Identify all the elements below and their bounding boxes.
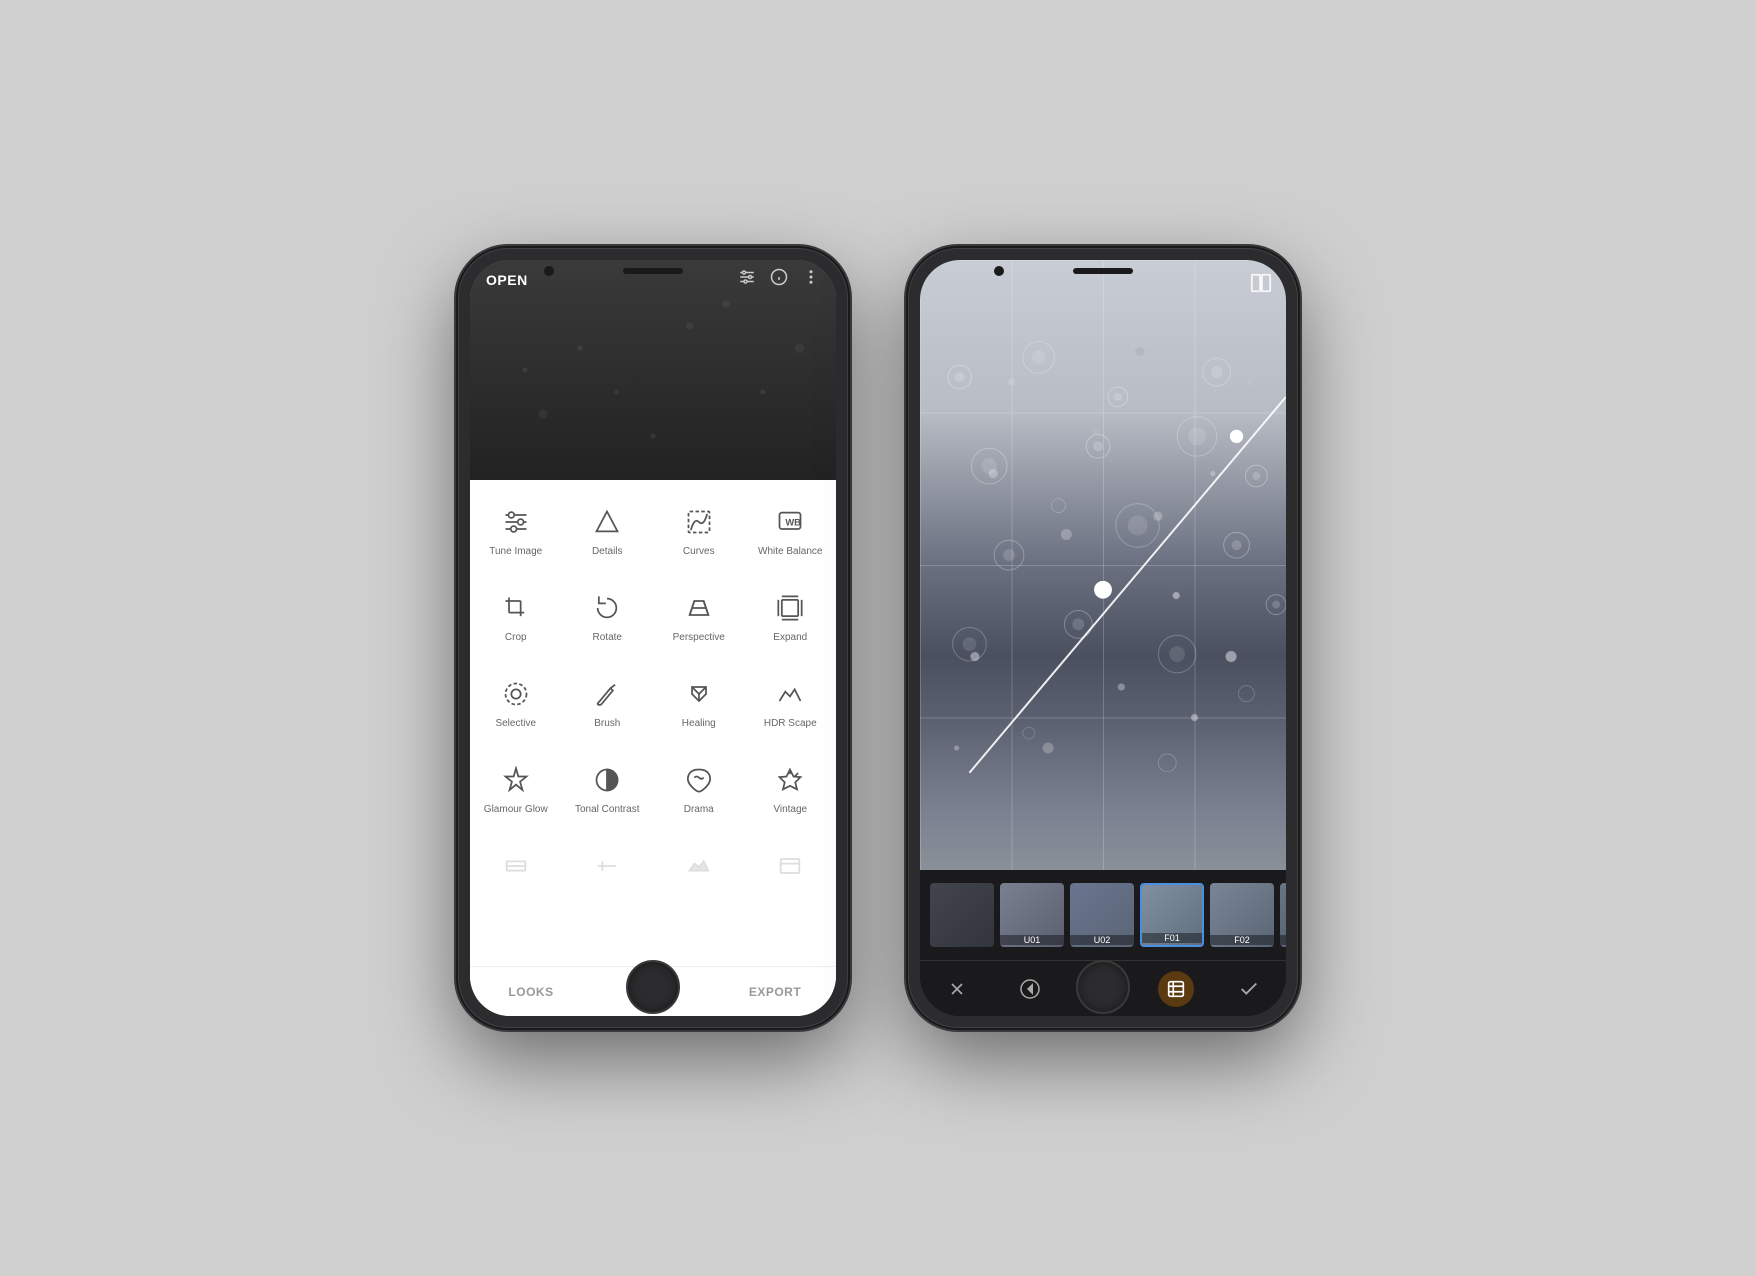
scene: OPEN xyxy=(458,248,1298,1028)
open-button[interactable]: OPEN xyxy=(486,272,528,288)
drama-icon xyxy=(681,762,717,798)
tools-row-3: Selective Brush xyxy=(470,662,836,744)
film-thumb-a01[interactable]: A01 xyxy=(1280,883,1286,947)
tool-crop[interactable]: Crop xyxy=(470,576,562,658)
curve-svg xyxy=(920,260,1286,870)
tool-rotate[interactable]: Rotate xyxy=(562,576,654,658)
tool-rotate-label: Rotate xyxy=(593,632,622,644)
tool-glamour-glow[interactable]: Glamour Glow xyxy=(470,748,562,830)
tool-misc-4[interactable] xyxy=(745,834,837,904)
tool-healing-label: Healing xyxy=(682,718,716,730)
more-icon[interactable] xyxy=(802,268,820,291)
hdr-scape-icon xyxy=(772,676,808,712)
tool-misc-2[interactable] xyxy=(562,834,654,904)
phone-2-content: U01 U02 F01 F02 xyxy=(920,260,1286,1016)
tool-selective[interactable]: Selective xyxy=(470,662,562,744)
tool-expand-label: Expand xyxy=(773,632,807,644)
tool-tune-image-label: Tune Image xyxy=(489,546,542,558)
film-strip: U01 U02 F01 F02 xyxy=(920,870,1286,960)
tune-icon[interactable] xyxy=(738,268,756,291)
svg-text:WB: WB xyxy=(786,518,802,528)
tool-crop-label: Crop xyxy=(505,632,527,644)
film-thumb-u01[interactable]: U01 xyxy=(1000,883,1064,947)
tool-glamour-glow-label: Glamour Glow xyxy=(484,804,548,816)
tool-vintage[interactable]: Vintage xyxy=(745,748,837,830)
cancel-button[interactable] xyxy=(939,971,975,1007)
film-thumb-u02[interactable]: U02 xyxy=(1070,883,1134,947)
brush-icon xyxy=(589,676,625,712)
details-icon xyxy=(589,504,625,540)
crop-icon xyxy=(498,590,534,626)
home-button-1[interactable] xyxy=(626,960,680,1014)
tonal-contrast-icon xyxy=(589,762,625,798)
tool-healing[interactable]: Healing xyxy=(653,662,745,744)
header-icons xyxy=(738,268,820,291)
misc-3-icon xyxy=(681,848,717,884)
tool-details-label: Details xyxy=(592,546,623,558)
misc-1-icon xyxy=(498,848,534,884)
tool-tonal-contrast-label: Tonal Contrast xyxy=(575,804,639,816)
phone-1-header: OPEN xyxy=(470,260,836,480)
tool-brush-label: Brush xyxy=(594,718,620,730)
tool-white-balance-label: White Balance xyxy=(758,546,822,558)
glamour-glow-icon xyxy=(498,762,534,798)
tool-tonal-contrast[interactable]: Tonal Contrast xyxy=(562,748,654,830)
healing-icon xyxy=(681,676,717,712)
tools-grid: Tune Image Details xyxy=(470,480,836,966)
camera-2 xyxy=(994,266,1004,276)
nav-looks[interactable]: LOOKS xyxy=(470,967,592,1016)
film-thumb-f02[interactable]: F02 xyxy=(1210,883,1274,947)
tool-expand[interactable]: Expand xyxy=(745,576,837,658)
tool-brush[interactable]: Brush xyxy=(562,662,654,744)
tools-row-4: Glamour Glow Tonal Contrast xyxy=(470,748,836,830)
tune-image-icon xyxy=(498,504,534,540)
curves-photo xyxy=(920,260,1286,870)
phone-2: U01 U02 F01 F02 xyxy=(908,248,1298,1028)
tool-perspective[interactable]: Perspective xyxy=(653,576,745,658)
compare-icon[interactable] xyxy=(1250,272,1272,299)
vintage-icon xyxy=(772,762,808,798)
expand-icon xyxy=(772,590,808,626)
tool-selective-label: Selective xyxy=(495,718,536,730)
rotate-icon xyxy=(589,590,625,626)
film-thumb-prev[interactable] xyxy=(930,883,994,947)
tool-hdr-scape[interactable]: HDR Scape xyxy=(745,662,837,744)
confirm-button[interactable] xyxy=(1231,971,1267,1007)
tools-row-5 xyxy=(470,834,836,904)
tools-row-1: Tune Image Details xyxy=(470,490,836,572)
curves-icon xyxy=(681,504,717,540)
tool-misc-1[interactable] xyxy=(470,834,562,904)
phone-1-screen: OPEN xyxy=(470,260,836,1016)
restore-button[interactable] xyxy=(1012,971,1048,1007)
tool-tune-image[interactable]: Tune Image xyxy=(470,490,562,572)
tool-white-balance[interactable]: WB White Balance xyxy=(745,490,837,572)
nav-export[interactable]: EXPORT xyxy=(714,967,836,1016)
phone-1: OPEN xyxy=(458,248,848,1028)
info-icon[interactable] xyxy=(770,268,788,291)
home-button-2[interactable] xyxy=(1076,960,1130,1014)
tool-details[interactable]: Details xyxy=(562,490,654,572)
misc-2-icon xyxy=(589,848,625,884)
tools-row-2: Crop Rotate xyxy=(470,576,836,658)
tool-curves-label: Curves xyxy=(683,546,715,558)
selective-icon xyxy=(498,676,534,712)
perspective-icon xyxy=(681,590,717,626)
film-thumb-f01[interactable]: F01 xyxy=(1140,883,1204,947)
tool-drama-label: Drama xyxy=(684,804,714,816)
speaker-2 xyxy=(1073,268,1133,274)
tool-perspective-label: Perspective xyxy=(673,632,725,644)
tool-vintage-label: Vintage xyxy=(773,804,807,816)
misc-4-icon xyxy=(772,848,808,884)
white-balance-icon: WB xyxy=(772,504,808,540)
tool-drama[interactable]: Drama xyxy=(653,748,745,830)
tool-curves[interactable]: Curves xyxy=(653,490,745,572)
phone-1-content: OPEN xyxy=(470,260,836,1016)
tool-misc-3[interactable] xyxy=(653,834,745,904)
tool-hdr-scape-label: HDR Scape xyxy=(764,718,817,730)
stacks-button[interactable] xyxy=(1158,971,1194,1007)
phone-2-screen: U01 U02 F01 F02 xyxy=(920,260,1286,1016)
